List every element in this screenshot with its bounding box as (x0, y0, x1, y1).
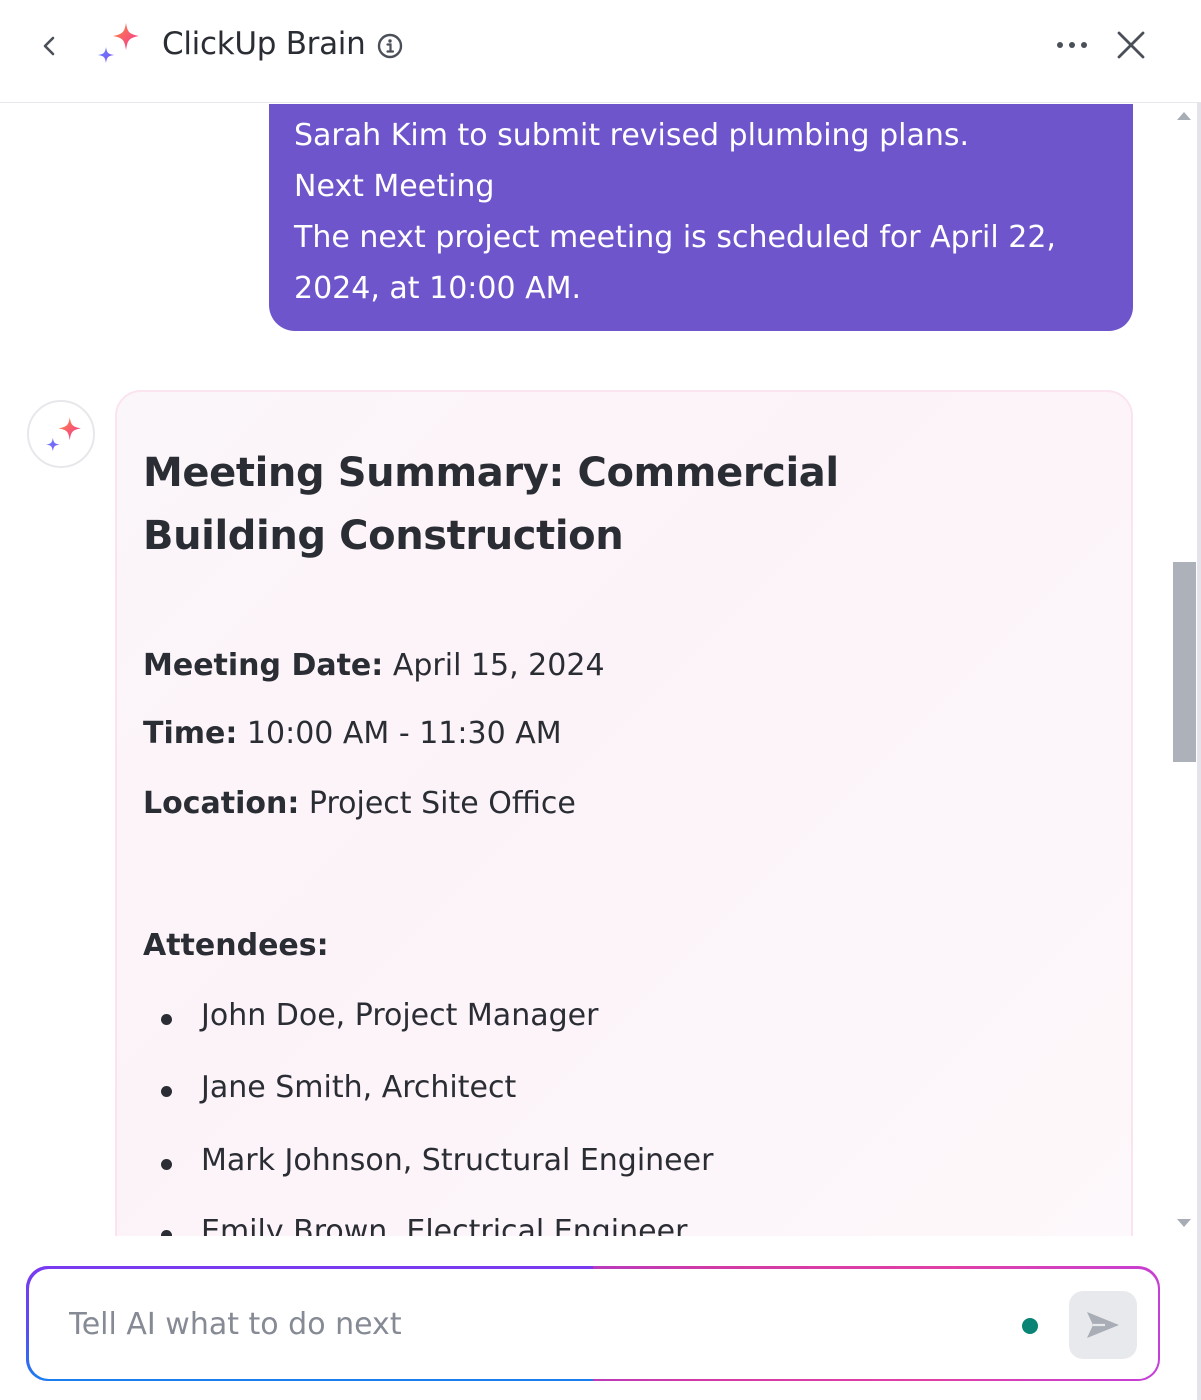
conversation-scroll-area: Sarah Kim to submit revised plumbing pla… (0, 104, 1170, 1236)
info-icon (377, 33, 403, 59)
meeting-time-line: Time: 10:00 AM - 11:30 AM (143, 716, 562, 751)
user-message-line: The next project meeting is scheduled fo… (294, 220, 1056, 306)
prompt-input[interactable] (68, 1302, 969, 1347)
attendee-text: Mark Johnson, Structural Engineer (201, 1143, 714, 1178)
meeting-date-line: Meeting Date: April 15, 2024 (143, 648, 605, 683)
summary-title: Meeting Summary: Commercial Building Con… (143, 450, 839, 559)
bullet (161, 1086, 172, 1097)
bullet (161, 1014, 172, 1025)
chevron-left-icon (43, 36, 55, 56)
panel-header: ClickUp Brain (0, 0, 1201, 103)
window-edge (1197, 0, 1201, 1400)
user-message-line: Next Meeting (294, 169, 495, 204)
attendee-text: John Doe, Project Manager (201, 998, 599, 1033)
info-button[interactable] (376, 32, 404, 60)
attendees-heading: Attendees: (143, 928, 329, 963)
meta-value: April 15, 2024 (392, 648, 605, 683)
meta-label: Location: (143, 786, 300, 821)
meta-value: 10:00 AM - 11:30 AM (246, 716, 562, 751)
attendee-text: Jane Smith, Architect (201, 1070, 517, 1105)
status-dot (1021, 1317, 1038, 1334)
bullet (161, 1159, 172, 1170)
close-icon (1117, 31, 1145, 59)
meeting-location-line: Location: Project Site Office (143, 786, 576, 821)
scroll-up-arrow[interactable] (1177, 112, 1191, 120)
scroll-down-arrow[interactable] (1177, 1219, 1191, 1227)
meta-label: Meeting Date: (143, 648, 384, 683)
send-button[interactable] (1068, 1290, 1137, 1359)
scrollbar-thumb[interactable] (1173, 562, 1196, 762)
meta-value: Project Site Office (308, 786, 576, 821)
user-message-bubble: Sarah Kim to submit revised plumbing pla… (269, 104, 1133, 331)
more-options-button[interactable] (1052, 30, 1092, 60)
back-button[interactable] (36, 30, 64, 62)
ai-response-card: Meeting Summary: Commercial Building Con… (115, 390, 1133, 1236)
send-icon (1086, 1311, 1119, 1338)
more-horizontal-icon (1057, 42, 1087, 48)
meta-label: Time: (143, 716, 238, 751)
close-button[interactable] (1113, 27, 1149, 63)
sparkle-icon (46, 417, 81, 452)
composer (26, 1266, 1160, 1381)
attendee-text: Emily Brown, Electrical Engineer (201, 1214, 688, 1236)
panel-title: ClickUp Brain (162, 26, 366, 62)
user-message-line: Sarah Kim to submit revised plumbing pla… (294, 118, 970, 153)
ai-avatar (27, 400, 95, 468)
sparkle-icon (92, 20, 144, 70)
bullet (161, 1230, 172, 1236)
